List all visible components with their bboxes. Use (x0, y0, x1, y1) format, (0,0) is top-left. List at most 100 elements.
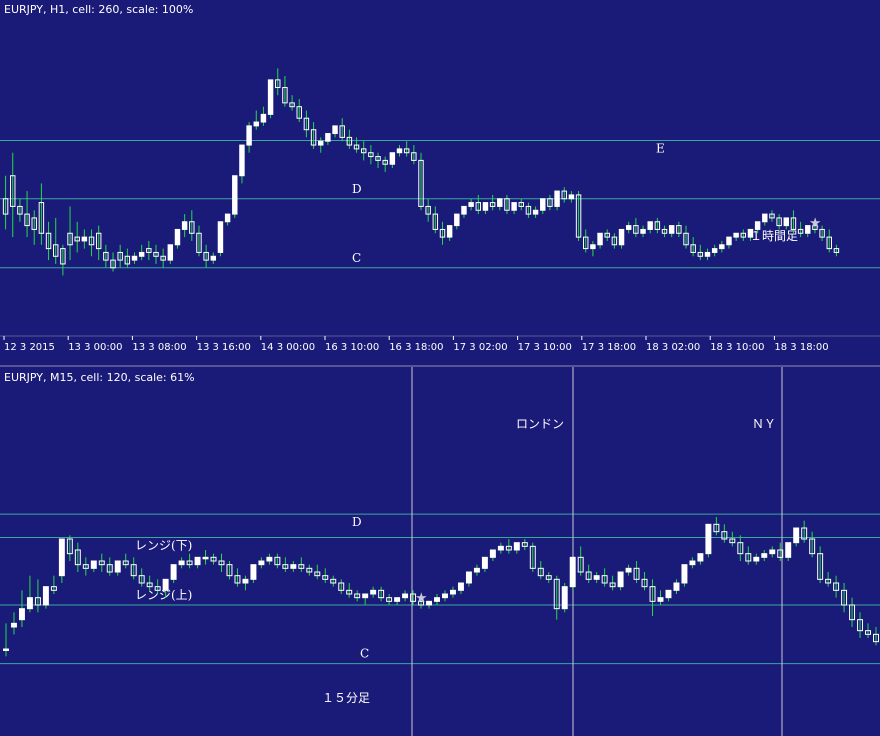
candle-body (194, 556, 201, 566)
candle-body (250, 564, 257, 580)
candle-body (267, 79, 274, 115)
candle-body (747, 228, 754, 238)
candle-body (497, 198, 503, 207)
level-label: レンジ(下) (135, 539, 192, 553)
chart-canvas: EURJPY, H1, cell: 260, scale: 100% １時間足 … (0, 3, 880, 736)
candle-body (554, 190, 560, 207)
candle-body (167, 244, 174, 261)
x-tick-label: 17 3 02:00 (453, 342, 507, 353)
candle-body (178, 560, 185, 566)
candle-body (540, 198, 546, 211)
x-tick-label: 17 3 18:00 (582, 342, 636, 353)
candle-body (202, 556, 209, 560)
candle-body (396, 148, 403, 154)
candle-body (593, 575, 600, 580)
candle-body (489, 549, 496, 558)
candle-body (258, 560, 265, 566)
candle-body (513, 542, 520, 551)
top-pane: C D E ★ 12 3 2015 13 3 00:00 13 3 08:00 13 3 16… (0, 68, 880, 353)
level-label: E (656, 141, 665, 155)
candle-body (318, 140, 324, 146)
candle-body (647, 221, 653, 230)
candle-body (704, 251, 711, 257)
candle-body (242, 578, 249, 584)
bottom-pane: Cレンジ(上)レンジ(下)D★ (0, 367, 880, 736)
candle-body (162, 578, 169, 591)
x-tick-label: 18 3 18:00 (774, 342, 828, 353)
candle-body (90, 560, 97, 569)
candle-body (232, 175, 238, 215)
candle-body (42, 586, 49, 606)
candle-body (290, 564, 297, 569)
bottom-pane-title: EURJPY, M15, cell: 120, scale: 61% (4, 371, 195, 384)
candle-body (174, 228, 181, 246)
x-tick-label: 16 3 18:00 (389, 342, 443, 353)
candle-body (481, 556, 488, 569)
candle-body (260, 113, 267, 123)
x-tick-label: 13 3 16:00 (197, 342, 251, 353)
candle-body (3, 648, 9, 651)
candle-body (10, 622, 17, 628)
star-marker: ★ (415, 591, 428, 607)
star-marker: ★ (809, 215, 822, 231)
candle-body (394, 597, 401, 602)
x-tick-label: 16 3 10:00 (325, 342, 379, 353)
candle-body (769, 549, 776, 555)
candle-body (473, 567, 480, 573)
candle-body (454, 213, 460, 227)
session-label-ny: ＮＹ (752, 417, 776, 431)
candle-body (754, 221, 761, 230)
candle-body (597, 232, 603, 246)
candle-body (362, 593, 369, 599)
candle-body (138, 251, 145, 257)
candle-body (131, 255, 138, 261)
candle-body (665, 589, 672, 599)
candle-body (689, 560, 696, 566)
candle-body (726, 236, 732, 246)
candle-body (497, 545, 504, 551)
candle-body (461, 205, 467, 215)
candle-body (442, 593, 448, 599)
candle-body (457, 582, 464, 591)
candle-body (18, 608, 25, 621)
session-label-london: ロンドン (516, 417, 564, 431)
candle-body (253, 121, 259, 127)
candle-body (332, 125, 338, 135)
candle-body (224, 213, 231, 223)
candle-body (246, 125, 252, 146)
bottom-timeframe-label: １５分足 (322, 691, 370, 705)
candle-body (625, 225, 632, 230)
candle-body (697, 553, 704, 562)
candle-body (561, 586, 568, 610)
candle-body (753, 556, 760, 562)
candle-body (170, 564, 177, 580)
level-label: C (360, 647, 369, 661)
x-tick-label: 14 3 00:00 (261, 342, 315, 353)
candle-body (434, 597, 440, 602)
level-label: C (352, 251, 361, 265)
candle-body (569, 556, 576, 588)
candle-body (568, 194, 575, 200)
candle-body (114, 560, 121, 573)
candle-body (446, 225, 453, 238)
candle-body (705, 523, 712, 555)
candle-body (681, 564, 688, 584)
candle-body (761, 553, 768, 558)
candle-body (625, 567, 632, 573)
candle-body (719, 244, 725, 250)
candle-body (210, 255, 217, 261)
x-tick-label: 13 3 00:00 (68, 342, 122, 353)
candle-body (402, 593, 409, 599)
candle-body (465, 571, 472, 584)
candle-body (325, 133, 331, 142)
candle-body (266, 556, 273, 562)
candle-body (668, 225, 675, 234)
x-tick-label: 18 3 02:00 (646, 342, 700, 353)
candle-body (618, 228, 625, 246)
candle-body (785, 542, 792, 558)
candle-body (468, 202, 474, 207)
candle-body (783, 217, 790, 227)
candle-body (26, 597, 33, 610)
x-tick-label: 13 3 08:00 (132, 342, 186, 353)
candle-body (58, 538, 65, 577)
